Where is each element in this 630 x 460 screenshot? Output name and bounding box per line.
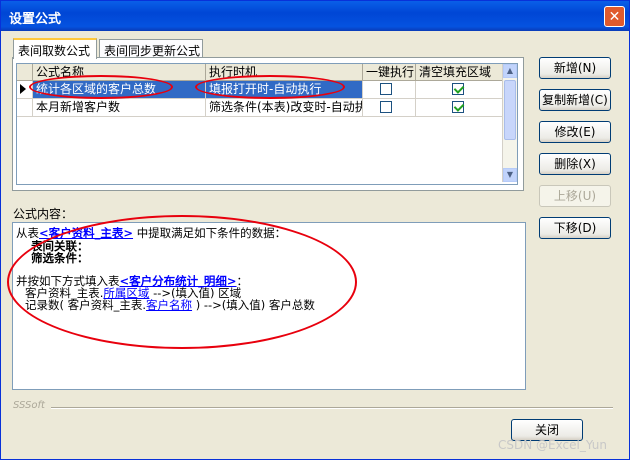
cell-timing[interactable]: 筛选条件(本表)改变时-自动执	[206, 99, 363, 116]
annotation-ellipse-timing	[195, 75, 345, 99]
tab-label: 表间同步更新公式	[104, 44, 201, 58]
cell-clear-fill	[416, 81, 503, 98]
grid-scrollbar[interactable]: ▲ ▼	[502, 64, 517, 182]
tab-label: 表间取数公式	[18, 44, 91, 58]
watermark: CSDN @Excel_Yun	[498, 438, 607, 452]
scroll-thumb[interactable]	[504, 80, 516, 140]
close-window-button[interactable]: ✕	[604, 6, 625, 27]
one-click-checkbox[interactable]	[380, 83, 392, 95]
formula-content-label: 公式内容：	[13, 207, 74, 221]
cell-one-click	[363, 81, 416, 98]
clear-fill-checkbox[interactable]	[452, 83, 464, 95]
one-click-checkbox[interactable]	[380, 101, 392, 113]
header-indicator	[17, 64, 33, 80]
cell-formula-name[interactable]: 本月新增客户数	[33, 99, 206, 116]
window-title: 设置公式	[9, 12, 62, 27]
column-header-one-click[interactable]: 一键执行	[363, 64, 416, 80]
row-pointer-icon	[20, 84, 26, 94]
clear-fill-checkbox[interactable]	[452, 101, 464, 113]
cell-clear-fill	[416, 99, 503, 116]
tab-sync-update[interactable]: 表间同步更新公式	[99, 39, 203, 58]
cell-one-click	[363, 99, 416, 116]
table-row[interactable]: 本月新增客户数 筛选条件(本表)改变时-自动执	[17, 99, 503, 117]
close-icon: ✕	[608, 9, 621, 25]
dialog-window: 设置公式 ✕ 表间取数公式 表间同步更新公式 公式名称 执行时机 一键执行 清空…	[0, 0, 630, 460]
tab-formula-fetch[interactable]: 表间取数公式	[13, 38, 97, 59]
title-bar[interactable]: 设置公式 ✕	[1, 1, 629, 31]
edit-button[interactable]: 修改(E)	[539, 121, 611, 143]
row-indicator	[17, 99, 33, 116]
annotation-ellipse-name	[29, 75, 173, 99]
move-down-button[interactable]: 下移(D)	[539, 217, 611, 239]
move-up-button[interactable]: 上移(U)	[539, 185, 611, 207]
scroll-down-icon[interactable]: ▼	[503, 168, 517, 182]
scroll-up-icon[interactable]: ▲	[503, 64, 517, 78]
copy-add-button[interactable]: 复制新增(C)	[539, 89, 611, 111]
brand-label: SSSoft	[13, 400, 45, 411]
annotation-ellipse-content	[7, 215, 357, 349]
footer-divider	[51, 407, 613, 409]
delete-button[interactable]: 删除(X)	[539, 153, 611, 175]
column-header-clear-fill[interactable]: 清空填充区域	[416, 64, 503, 80]
add-button[interactable]: 新增(N)	[539, 57, 611, 79]
